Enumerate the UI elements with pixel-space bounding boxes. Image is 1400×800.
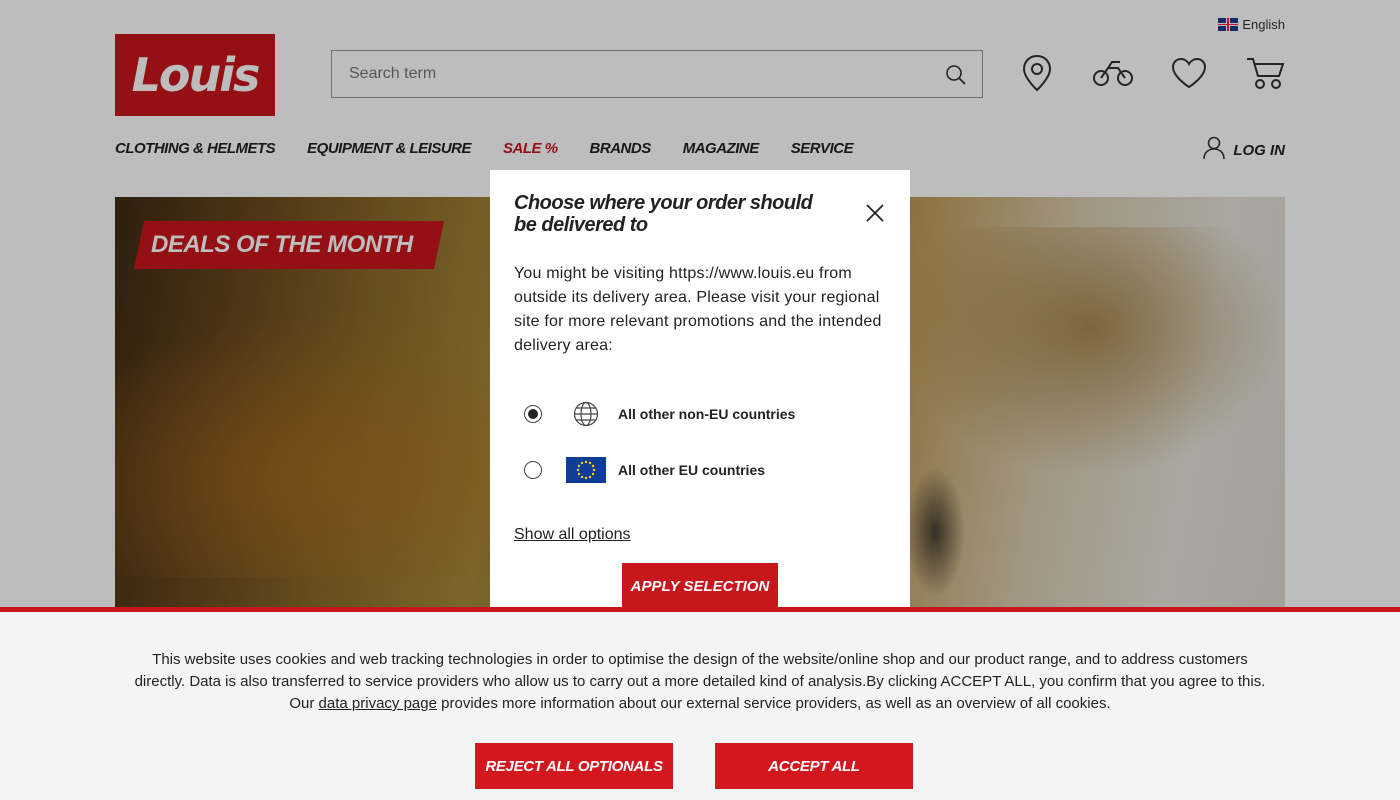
radio-eu[interactable]: [524, 461, 542, 479]
data-privacy-link[interactable]: data privacy page: [319, 695, 437, 712]
dialog-title: Choose where your order should be delive…: [514, 192, 813, 236]
option-eu[interactable]: All other EU countries: [524, 456, 765, 484]
cookie-text: This website uses cookies and web tracki…: [130, 649, 1270, 715]
radio-non-eu[interactable]: [524, 405, 542, 423]
option-non-eu-label: All other non-EU countries: [618, 406, 796, 422]
accept-all-button[interactable]: ACCEPT ALL: [715, 743, 913, 789]
option-eu-label: All other EU countries: [618, 462, 766, 478]
delivery-country-dialog: Choose where your order should be delive…: [490, 170, 910, 620]
cookie-text-end: provides more information about our exte…: [436, 695, 1111, 712]
dialog-body: You might be visiting https://www.louis.…: [514, 265, 882, 354]
reject-all-optionals-button[interactable]: REJECT ALL OPTIONALS: [475, 743, 673, 789]
eu-flag-icon: [566, 456, 606, 484]
show-all-options-link[interactable]: Show all options: [514, 526, 631, 544]
option-non-eu[interactable]: All other non-EU countries: [524, 400, 795, 428]
apply-selection-button[interactable]: APPLY SELECTION: [622, 563, 778, 609]
close-icon[interactable]: [866, 204, 884, 227]
globe-icon: [566, 400, 606, 428]
cookie-banner: This website uses cookies and web tracki…: [0, 607, 1400, 800]
